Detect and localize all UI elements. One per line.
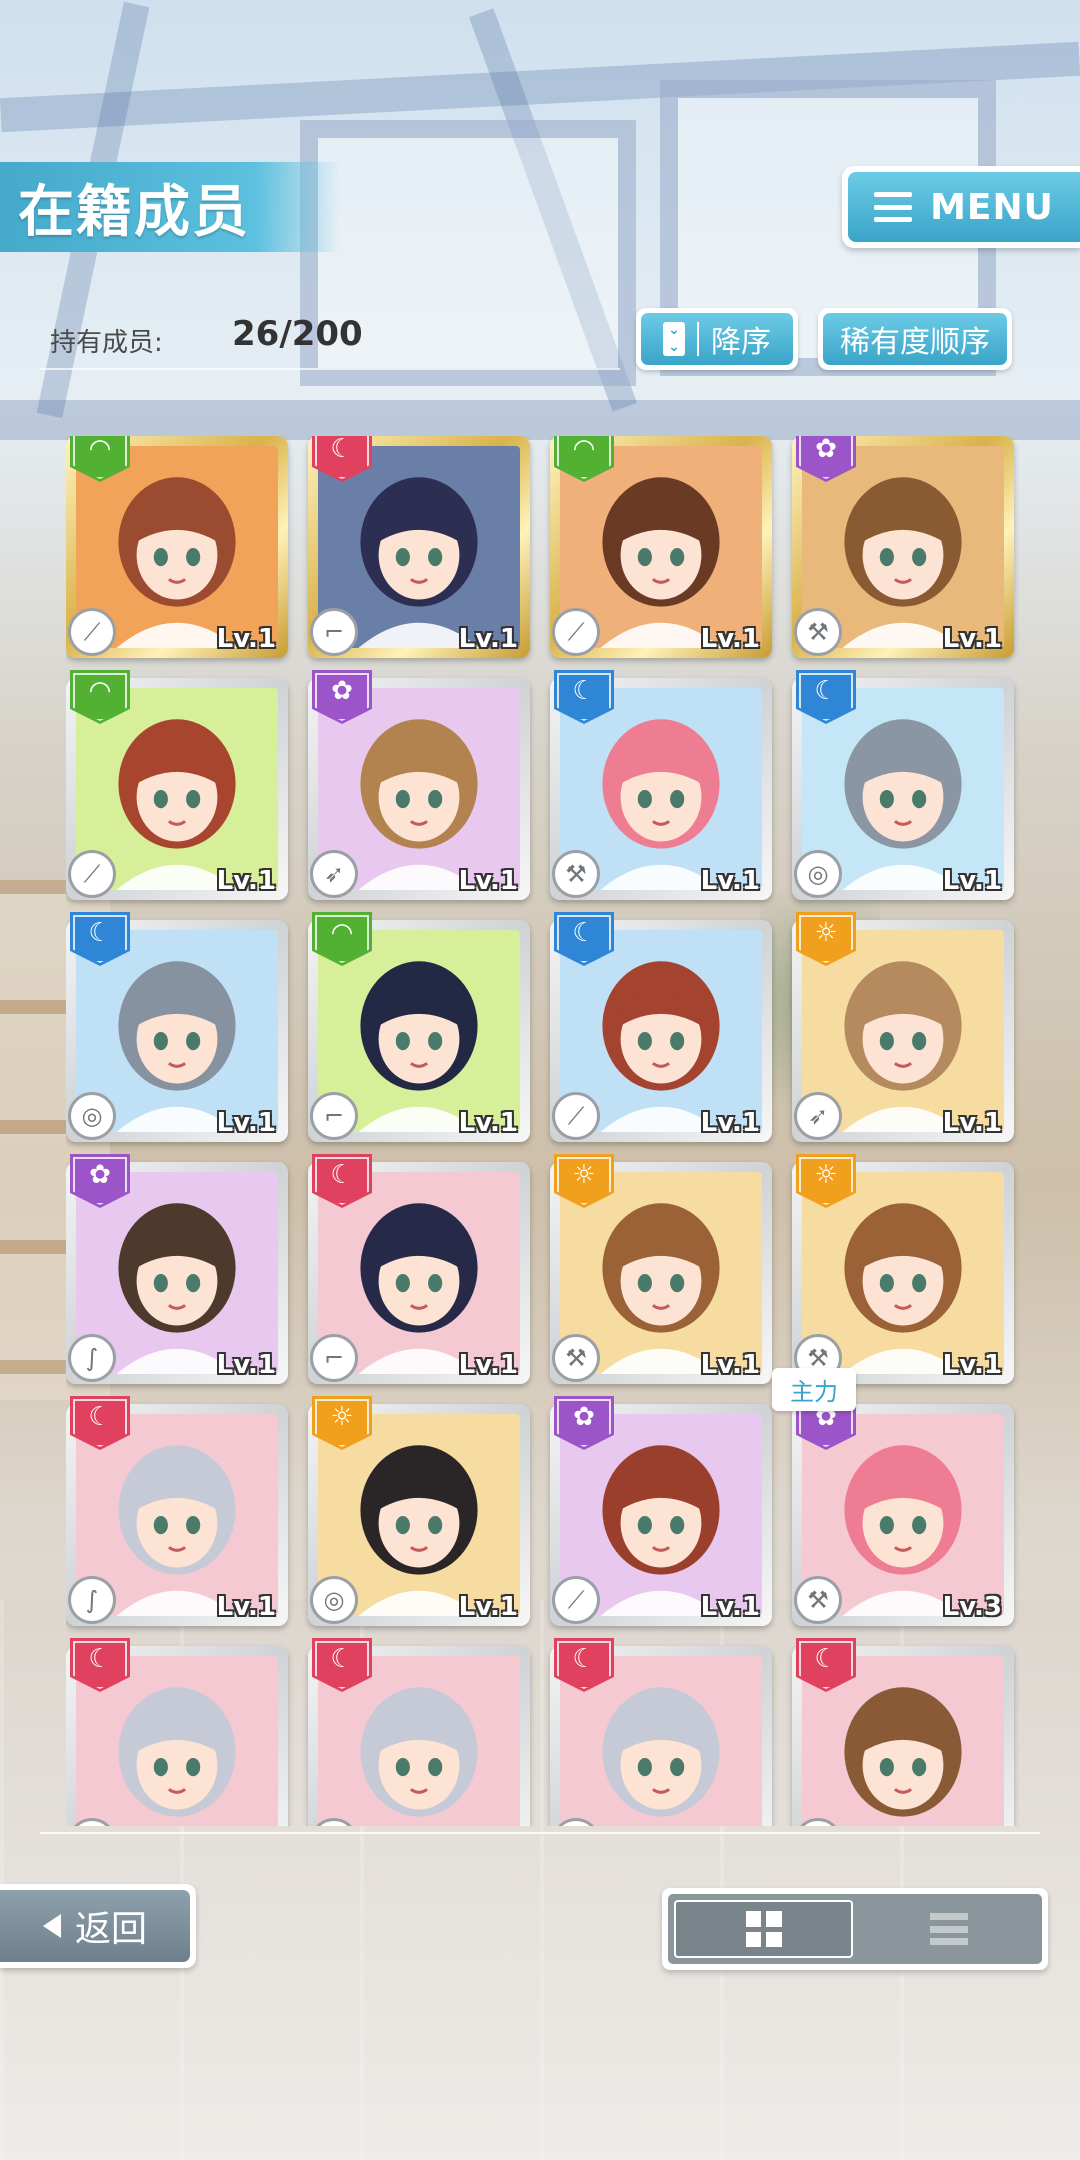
member-card[interactable]: ✿ ➶ Lv.1 bbox=[308, 670, 530, 900]
weapon-shield-icon: ◎ bbox=[310, 1576, 358, 1624]
weapon-hammer-icon: ⚒ bbox=[794, 1576, 842, 1624]
weapon-gun-icon: ⌐ bbox=[310, 1092, 358, 1140]
weapon-hammer-icon: ⚒ bbox=[794, 608, 842, 656]
menu-label: MENU bbox=[930, 186, 1054, 228]
back-arrow-icon bbox=[42, 1914, 61, 1938]
level-label: Lv.1 bbox=[216, 1108, 276, 1138]
weapon-sword-icon: ⟋ bbox=[552, 1092, 600, 1140]
weapon-sword-icon: ⟋ bbox=[68, 608, 116, 656]
level-label: Lv.1 bbox=[942, 1350, 1002, 1380]
level-label: Lv.1 bbox=[458, 866, 518, 896]
weapon-shield-icon: ◎ bbox=[68, 1092, 116, 1140]
member-card[interactable]: ☾ ◎ Lv.1 bbox=[792, 670, 1014, 900]
member-card[interactable]: ☼ ⚒ Lv.1 bbox=[550, 1154, 772, 1384]
level-label: Lv.1 bbox=[216, 1350, 276, 1380]
grid-view-icon bbox=[745, 1911, 782, 1947]
level-label: Lv.1 bbox=[700, 1108, 760, 1138]
level-label: Lv.1 bbox=[942, 1108, 1002, 1138]
level-label: Lv.1 bbox=[700, 866, 760, 896]
main-member-tag: 主力 bbox=[772, 1368, 856, 1411]
member-card[interactable]: ☾ ⌐ Lv.1 bbox=[308, 1154, 530, 1384]
level-label: Lv.1 bbox=[458, 1108, 518, 1138]
grid-view-button[interactable] bbox=[674, 1900, 853, 1958]
member-card[interactable]: ☾ ◎ Lv.1 bbox=[66, 912, 288, 1142]
divider bbox=[697, 322, 699, 356]
level-label: Lv.1 bbox=[458, 1592, 518, 1622]
level-label: Lv.1 bbox=[700, 1350, 760, 1380]
member-grid: ◠ ⟋ Lv.1 ☾ ⌐ Lv.1 ◠ ⟋ Lv.1 ✿ ⚒ Lv.1 ◠ ⟋ Lv.1 ✿ ➶ Lv.1 ☾ ⚒ Lv… bbox=[66, 436, 1026, 1826]
weapon-gun-icon: ⌐ bbox=[310, 1334, 358, 1382]
level-label: Lv.1 bbox=[942, 624, 1002, 654]
member-card[interactable]: ☼ ◎ Lv.1 bbox=[308, 1396, 530, 1626]
page-title: 在籍成员 bbox=[18, 179, 250, 245]
member-card[interactable]: ☾ ⟋ Lv.1 bbox=[550, 912, 772, 1142]
level-label: Lv.1 bbox=[458, 1350, 518, 1380]
weapon-sword-icon: ⟋ bbox=[552, 608, 600, 656]
level-label: Lv.1 bbox=[700, 624, 760, 654]
member-card[interactable]: ☾∫ bbox=[308, 1638, 530, 1826]
back-label: 返回 bbox=[74, 1909, 147, 1950]
level-label: Lv.1 bbox=[942, 866, 1002, 896]
member-card[interactable]: ✿ ⚒ Lv.1 bbox=[792, 436, 1014, 658]
sort-order-button[interactable]: ⌄ ⌄ 降序 bbox=[636, 308, 798, 370]
member-card[interactable]: ☾ ⚒ Lv.1 bbox=[550, 670, 772, 900]
member-card[interactable]: ☾∫ bbox=[550, 1638, 772, 1826]
member-card[interactable]: ☾ ∫ Lv.1 bbox=[66, 1396, 288, 1626]
level-label: Lv.1 bbox=[216, 866, 276, 896]
footer-divider bbox=[40, 1832, 1040, 1834]
weapon-lance-icon: ➶ bbox=[794, 1092, 842, 1140]
weapon-gun-icon: ⌐ bbox=[310, 608, 358, 656]
weapon-sword-icon: ⟋ bbox=[552, 1576, 600, 1624]
member-card[interactable]: ☾ ⌐ Lv.1 bbox=[308, 436, 530, 658]
sort-criteria-label: 稀有度顺序 bbox=[840, 325, 990, 360]
weapon-whip-icon: ∫ bbox=[68, 1334, 116, 1382]
menu-button[interactable]: MENU bbox=[842, 166, 1080, 248]
sort-criteria-button[interactable]: 稀有度顺序 bbox=[818, 308, 1012, 370]
member-card[interactable]: ☼ ⚒ Lv.1 bbox=[792, 1154, 1014, 1384]
header-divider bbox=[40, 368, 620, 370]
members-count: 26/200 bbox=[232, 314, 363, 354]
level-label: Lv.1 bbox=[216, 1592, 276, 1622]
list-view-button[interactable] bbox=[861, 1900, 1036, 1958]
weapon-shield-icon: ◎ bbox=[794, 850, 842, 898]
weapon-hammer-icon: ⚒ bbox=[552, 1334, 600, 1382]
view-toggle bbox=[662, 1888, 1048, 1970]
page-title-bar: 在籍成员 bbox=[0, 162, 340, 252]
weapon-sword-icon: ⟋ bbox=[68, 850, 116, 898]
sort-order-label: 降序 bbox=[711, 325, 771, 360]
member-card[interactable]: ◠ ⟋ Lv.1 bbox=[66, 436, 288, 658]
weapon-lance-icon: ➶ bbox=[310, 850, 358, 898]
sort-descending-icon: ⌄ ⌄ bbox=[663, 322, 685, 356]
member-card[interactable]: ☼ ➶ Lv.1 bbox=[792, 912, 1014, 1142]
member-card[interactable]: ✿ ⚒ Lv.3 主力 bbox=[772, 1368, 1014, 1626]
weapon-hammer-icon: ⚒ bbox=[552, 850, 600, 898]
hamburger-icon bbox=[874, 192, 913, 222]
member-card[interactable]: ◠ ⌐ Lv.1 bbox=[308, 912, 530, 1142]
weapon-whip-icon: ∫ bbox=[68, 1576, 116, 1624]
level-label: Lv.1 bbox=[700, 1592, 760, 1622]
level-label: Lv.1 bbox=[216, 624, 276, 654]
member-card[interactable]: ◠ ⟋ Lv.1 bbox=[66, 670, 288, 900]
member-card[interactable]: ☾∫ bbox=[66, 1638, 288, 1826]
level-label: Lv.1 bbox=[458, 624, 518, 654]
member-card[interactable]: ✿ ⟋ Lv.1 bbox=[550, 1396, 772, 1626]
member-card[interactable]: ✿ ∫ Lv.1 bbox=[66, 1154, 288, 1384]
list-view-icon bbox=[929, 1913, 968, 1945]
back-button[interactable]: 返回 bbox=[0, 1884, 196, 1968]
level-label: Lv.3 bbox=[942, 1592, 1002, 1622]
member-card[interactable]: ◠ ⟋ Lv.1 bbox=[550, 436, 772, 658]
members-label: 持有成员: bbox=[50, 328, 163, 358]
member-card[interactable]: ☾∫ bbox=[792, 1638, 1014, 1826]
